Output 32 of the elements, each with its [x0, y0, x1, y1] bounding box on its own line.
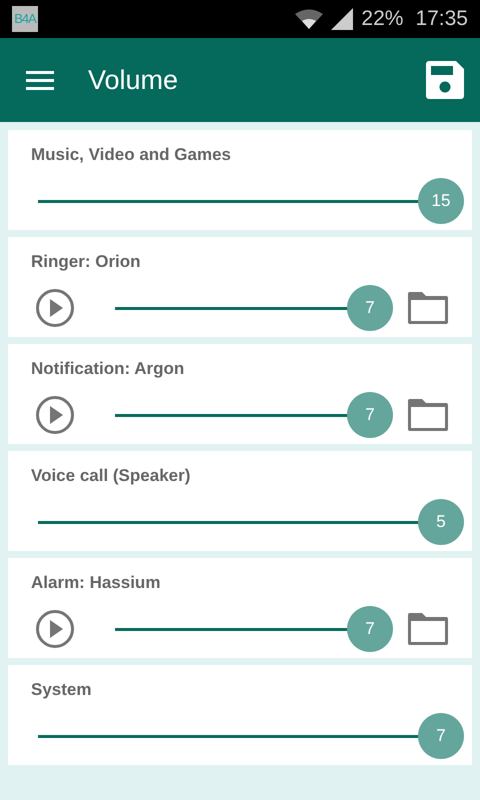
folder-icon[interactable] [408, 292, 448, 324]
play-icon[interactable] [35, 394, 75, 434]
channel-label: System [31, 679, 92, 701]
slider-thumb[interactable]: 7 [347, 606, 393, 652]
folder-icon[interactable] [408, 398, 448, 430]
channel-label: Alarm: Hassium [31, 572, 160, 594]
slider-thumb[interactable]: 7 [347, 284, 393, 330]
slider-thumb[interactable]: 15 [418, 178, 464, 224]
volume-slider[interactable]: 7 [115, 284, 393, 330]
channel-label: Music, Video and Games [31, 144, 231, 166]
play-icon[interactable] [35, 288, 75, 328]
slider-thumb[interactable]: 5 [418, 498, 464, 544]
folder-icon[interactable] [408, 612, 448, 644]
volume-slider[interactable]: 5 [38, 498, 464, 544]
save-icon[interactable] [426, 61, 464, 99]
signal-icon [331, 8, 354, 30]
volume-slider[interactable]: 7 [38, 712, 464, 758]
volume-slider[interactable]: 7 [115, 606, 393, 652]
play-icon[interactable] [35, 608, 75, 648]
screen-title: Volume [88, 64, 178, 97]
menu-icon[interactable] [26, 69, 54, 91]
channel-label: Ringer: Orion [31, 251, 141, 273]
slider-thumb[interactable]: 7 [347, 392, 393, 438]
volume-slider[interactable]: 7 [115, 392, 393, 438]
channel-label: Voice call (Speaker) [31, 465, 190, 487]
volume-slider[interactable]: 15 [38, 178, 464, 224]
channel-label: Notification: Argon [31, 358, 184, 380]
wifi-icon [295, 9, 324, 29]
slider-thumb[interactable]: 7 [418, 712, 464, 758]
clock: 17:35 [415, 6, 468, 32]
app-notification-icon: B4A [12, 6, 38, 32]
battery-level: 22% [361, 6, 404, 32]
